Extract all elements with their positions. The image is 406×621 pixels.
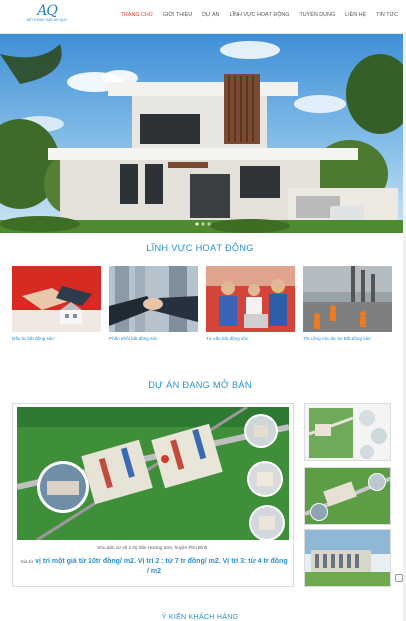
field-label-investment[interactable]: Đầu tư bất động sản — [12, 336, 101, 341]
project-thumbnail-2[interactable] — [304, 467, 391, 525]
nav-item-fields[interactable]: LĨNH VỰC HOẠT ĐỘNG — [230, 12, 290, 18]
field-card-investment[interactable]: Đầu tư bất động sản — [12, 266, 101, 341]
project-caption: Khu dân cư số 2 thị trấn Hương Sơn, huyệ… — [13, 544, 293, 551]
nav-item-recruitment[interactable]: TUYỂN DỤNG — [300, 12, 336, 18]
testimonials-section-title: Ý KIẾN KHÁCH HÀNG — [161, 614, 239, 621]
price-value: vị trí một giá từ 10tr đồng/ m2. Vị trí … — [35, 558, 288, 575]
thumbnail-image-3 — [305, 530, 390, 586]
nav-item-home[interactable]: TRANG CHỦ — [121, 12, 153, 18]
nav-item-about[interactable]: GIỚI THIỆU — [163, 12, 192, 18]
site-header: AQ BẤT ĐỘNG SẢN AN QUÝ TRANG CHỦ GIỚI TH… — [0, 0, 406, 34]
hero-image — [0, 34, 406, 233]
nav-item-contact[interactable]: LIÊN HỆ — [345, 12, 366, 18]
price-label: Giá từ — [20, 559, 34, 564]
main-nav: TRANG CHỦ GIỚI THIỆU DỰ ÁN LĨNH VỰC HOẠT… — [111, 12, 398, 18]
logo[interactable]: AQ BẤT ĐỘNG SẢN AN QUÝ — [26, 4, 68, 30]
logo-subtitle: BẤT ĐỘNG SẢN AN QUÝ — [26, 18, 68, 22]
nav-item-projects[interactable]: DỰ ÁN — [202, 12, 219, 18]
field-label-consulting[interactable]: Tư vấn bất động sản — [206, 336, 295, 341]
project-price: Giá từ vị trí một giá từ 10tr đồng/ m2. … — [19, 557, 289, 577]
project-caption-line-1: Khu dân cư số 2 thị trấn Hương Sơn, huyệ… — [97, 545, 209, 550]
field-image-consulting — [206, 266, 295, 332]
logo-mark: AQ — [37, 3, 58, 19]
featured-project-card[interactable]: Khu dân cư số 2 thị trấn Hương Sơn, huyệ… — [12, 403, 294, 587]
field-label-distribution[interactable]: Phân phối bất động sản — [109, 336, 198, 341]
carousel-arrow-icon[interactable] — [395, 574, 403, 582]
field-image-distribution — [109, 266, 198, 332]
field-card-consulting[interactable]: Tư vấn bất động sản — [206, 266, 295, 341]
nav-item-news[interactable]: TIN TỨC — [376, 12, 398, 18]
project-thumbnail-3[interactable] — [304, 529, 391, 587]
fields-section-title: LĨNH VỰC HOẠT ĐỘNG — [146, 243, 254, 253]
thumbnail-image-1 — [305, 404, 390, 460]
field-card-construction[interactable]: Thi công các dự án Bất động sản — [303, 266, 392, 341]
field-label-construction[interactable]: Thi công các dự án Bất động sản — [303, 336, 392, 341]
field-image-investment — [12, 266, 101, 332]
field-image-construction — [303, 266, 392, 332]
project-masterplan-image — [17, 407, 289, 540]
projects-section-title: DỰ ÁN ĐANG MỞ BÁN — [148, 380, 252, 390]
project-thumbnail-1[interactable] — [304, 403, 391, 461]
thumbnail-image-2 — [305, 468, 390, 524]
field-card-distribution[interactable]: Phân phối bất động sản — [109, 266, 198, 341]
hero-banner[interactable] — [0, 34, 406, 233]
